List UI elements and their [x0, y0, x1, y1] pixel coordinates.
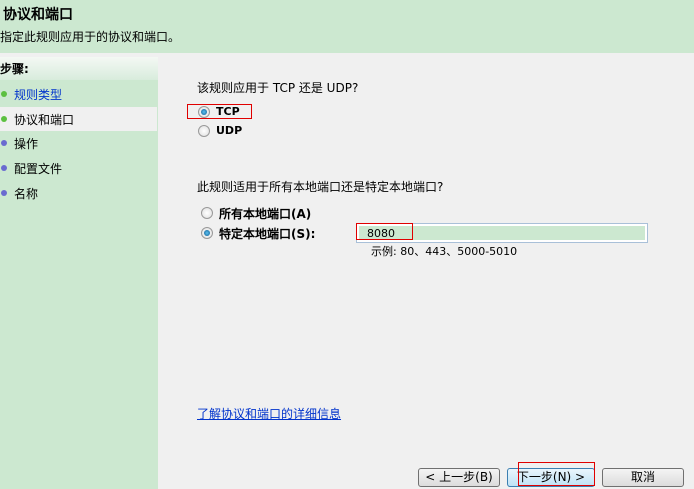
tcp-radio[interactable] — [198, 106, 210, 118]
specific-ports-radio[interactable] — [201, 227, 213, 239]
page-title: 协议和端口 — [3, 7, 73, 23]
protocol-question: 该规则应用于 TCP 还是 UDP? — [197, 81, 359, 95]
step-pending-icon — [1, 190, 7, 196]
udp-radio[interactable] — [198, 125, 210, 137]
ports-example: 示例: 80、443、5000-5010 — [371, 245, 518, 258]
step-name: 名称 — [0, 181, 157, 205]
page-header: 协议和端口 指定此规则应用于的协议和端口。 — [0, 0, 694, 53]
step-done-icon — [1, 91, 7, 97]
step-label: 协议和端口 — [14, 113, 75, 127]
highlight-box — [356, 223, 413, 240]
step-label: 配置文件 — [14, 162, 63, 176]
step-rule-type[interactable]: 规则类型 — [0, 82, 157, 106]
steps-panel: 步骤: 规则类型 协议和端口 操作 配置文件 名称 — [0, 57, 158, 489]
udp-label[interactable]: UDP — [216, 124, 242, 137]
step-pending-icon — [1, 140, 7, 146]
specific-ports-label[interactable]: 特定本地端口(S): — [219, 225, 315, 242]
step-label: 名称 — [14, 187, 39, 201]
step-profile: 配置文件 — [0, 156, 157, 180]
ports-question: 此规则适用于所有本地端口还是特定本地端口? — [197, 180, 444, 194]
help-link[interactable]: 了解协议和端口的详细信息 — [197, 405, 341, 422]
step-current-icon — [1, 116, 7, 122]
all-ports-radio[interactable] — [201, 207, 213, 219]
page-subtitle: 指定此规则应用于的协议和端口。 — [0, 30, 181, 44]
tcp-label[interactable]: TCP — [216, 105, 240, 118]
step-action: 操作 — [0, 131, 157, 155]
step-protocol-ports[interactable]: 协议和端口 — [0, 107, 157, 131]
step-pending-icon — [1, 165, 7, 171]
highlight-box — [518, 462, 595, 486]
step-label: 操作 — [14, 137, 39, 151]
steps-heading: 步骤: — [0, 57, 158, 80]
all-ports-label[interactable]: 所有本地端口(A) — [219, 205, 311, 222]
step-label: 规则类型 — [14, 88, 63, 102]
back-button[interactable]: < 上一步(B) — [418, 468, 500, 487]
cancel-button[interactable]: 取消 — [602, 468, 684, 487]
